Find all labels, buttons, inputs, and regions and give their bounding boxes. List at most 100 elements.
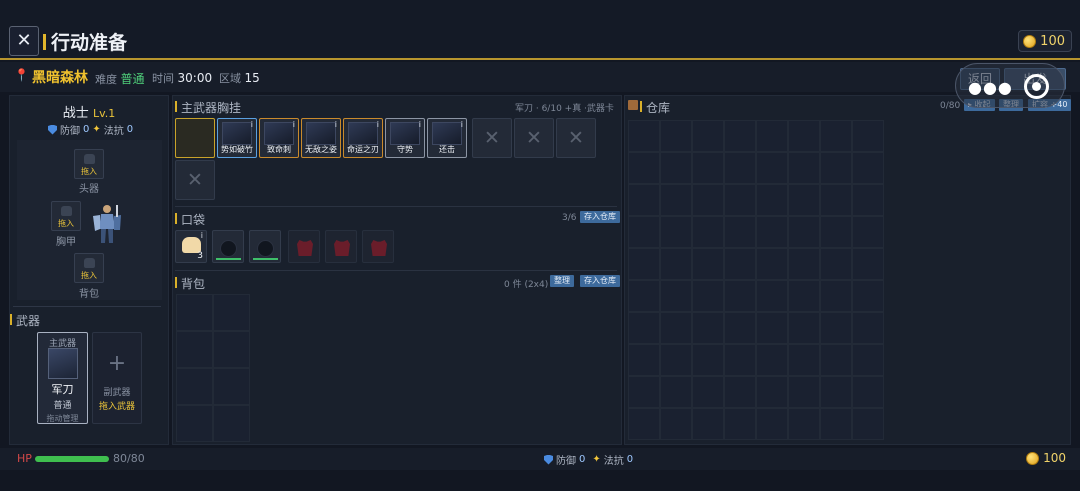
warehouse-cell[interactable] (724, 120, 756, 152)
warehouse-cell[interactable] (756, 216, 788, 248)
warehouse-cell[interactable] (628, 376, 660, 408)
warehouse-cell[interactable] (788, 216, 820, 248)
backpack-store-button[interactable]: 存入仓库 (580, 275, 620, 287)
warehouse-cell[interactable] (692, 312, 724, 344)
backpack-cell[interactable] (213, 405, 250, 442)
warehouse-cell[interactable] (628, 152, 660, 184)
warehouse-cell[interactable] (692, 152, 724, 184)
warehouse-cell[interactable] (852, 152, 884, 184)
weapon-card[interactable]: i 还击 (427, 118, 467, 158)
warehouse-cell[interactable] (724, 216, 756, 248)
pocket-item-bomb[interactable] (212, 230, 244, 263)
warehouse-cell[interactable] (724, 376, 756, 408)
warehouse-cell[interactable] (660, 152, 692, 184)
pocket-item-bomb[interactable] (249, 230, 281, 263)
warehouse-cell[interactable] (756, 280, 788, 312)
warehouse-cell[interactable] (852, 120, 884, 152)
warehouse-cell[interactable] (724, 312, 756, 344)
warehouse-cell[interactable] (660, 184, 692, 216)
warehouse-cell[interactable] (628, 248, 660, 280)
warehouse-cell[interactable] (820, 184, 852, 216)
warehouse-cell[interactable] (788, 312, 820, 344)
backpack-cell[interactable] (176, 405, 213, 442)
warehouse-cell[interactable] (692, 376, 724, 408)
weapon-card-slot-selected[interactable] (175, 118, 215, 158)
warehouse-cell[interactable] (820, 408, 852, 440)
warehouse-cell[interactable] (788, 376, 820, 408)
warehouse-cell[interactable] (820, 120, 852, 152)
warehouse-cell[interactable] (756, 152, 788, 184)
warehouse-cell[interactable] (852, 216, 884, 248)
warehouse-cell[interactable] (660, 280, 692, 312)
warehouse-cell[interactable] (756, 120, 788, 152)
warehouse-cell[interactable] (756, 312, 788, 344)
warehouse-cell[interactable] (628, 312, 660, 344)
warehouse-cell[interactable] (628, 344, 660, 376)
warehouse-cell[interactable] (756, 248, 788, 280)
warehouse-cell[interactable] (820, 216, 852, 248)
warehouse-cell[interactable] (692, 344, 724, 376)
warehouse-cell[interactable] (788, 248, 820, 280)
warehouse-cell[interactable] (628, 120, 660, 152)
backpack-sort-button[interactable]: 整理 (550, 275, 574, 287)
pocket-empty-slot[interactable] (288, 230, 320, 263)
backpack-cell[interactable] (213, 368, 250, 405)
chest-slot[interactable]: 拖入 (51, 201, 81, 231)
warehouse-cell[interactable] (660, 376, 692, 408)
weapon-card[interactable]: i 无敌之姿 (301, 118, 341, 158)
warehouse-cell[interactable] (820, 248, 852, 280)
warehouse-cell[interactable] (660, 408, 692, 440)
warehouse-cell[interactable] (756, 408, 788, 440)
weapon-card[interactable]: i 致命刺 (259, 118, 299, 158)
backpack-cell[interactable] (213, 294, 250, 331)
warehouse-cell[interactable] (724, 248, 756, 280)
warehouse-cell[interactable] (756, 184, 788, 216)
warehouse-cell[interactable] (852, 376, 884, 408)
close-button[interactable]: ✕ (9, 26, 39, 56)
warehouse-cell[interactable] (852, 344, 884, 376)
sub-weapon-slot[interactable]: + 副武器 拖入武器 (92, 332, 142, 424)
warehouse-cell[interactable] (852, 280, 884, 312)
warehouse-cell[interactable] (820, 280, 852, 312)
main-weapon-card[interactable]: 主武器 军刀 普通 拖动管理 (37, 332, 88, 424)
warehouse-cell[interactable] (628, 280, 660, 312)
warehouse-cell[interactable] (788, 344, 820, 376)
warehouse-cell[interactable] (788, 184, 820, 216)
warehouse-cell[interactable] (692, 184, 724, 216)
pocket-empty-slot[interactable] (325, 230, 357, 263)
weapon-card[interactable]: i 势如破竹 (217, 118, 257, 158)
warehouse-cell[interactable] (660, 344, 692, 376)
warehouse-cell[interactable] (724, 152, 756, 184)
bag-slot[interactable]: 拖入 (74, 253, 104, 283)
warehouse-cell[interactable] (724, 408, 756, 440)
backpack-cell[interactable] (176, 294, 213, 331)
warehouse-cell[interactable] (852, 248, 884, 280)
backpack-cell[interactable] (213, 331, 250, 368)
warehouse-cell[interactable] (628, 216, 660, 248)
weapon-card[interactable]: i 守势 (385, 118, 425, 158)
warehouse-cell[interactable] (692, 120, 724, 152)
warehouse-cell[interactable] (788, 280, 820, 312)
warehouse-cell[interactable] (852, 184, 884, 216)
warehouse-cell[interactable] (788, 408, 820, 440)
warehouse-cell[interactable] (628, 184, 660, 216)
weapon-card[interactable]: i 命运之刃 (343, 118, 383, 158)
warehouse-cell[interactable] (724, 344, 756, 376)
pocket-item-bread[interactable]: i 3 (175, 230, 207, 263)
warehouse-cell[interactable] (756, 376, 788, 408)
warehouse-cell[interactable] (788, 152, 820, 184)
warehouse-cell[interactable] (724, 184, 756, 216)
warehouse-cell[interactable] (820, 152, 852, 184)
warehouse-cell[interactable] (692, 248, 724, 280)
backpack-cell[interactable] (176, 331, 213, 368)
warehouse-cell[interactable] (692, 408, 724, 440)
warehouse-cell[interactable] (788, 120, 820, 152)
warehouse-cell[interactable] (660, 248, 692, 280)
warehouse-cell[interactable] (820, 376, 852, 408)
warehouse-cell[interactable] (628, 408, 660, 440)
warehouse-cell[interactable] (820, 312, 852, 344)
warehouse-cell[interactable] (852, 408, 884, 440)
warehouse-cell[interactable] (724, 280, 756, 312)
warehouse-cell[interactable] (692, 280, 724, 312)
head-slot[interactable]: 拖入 (74, 149, 104, 179)
